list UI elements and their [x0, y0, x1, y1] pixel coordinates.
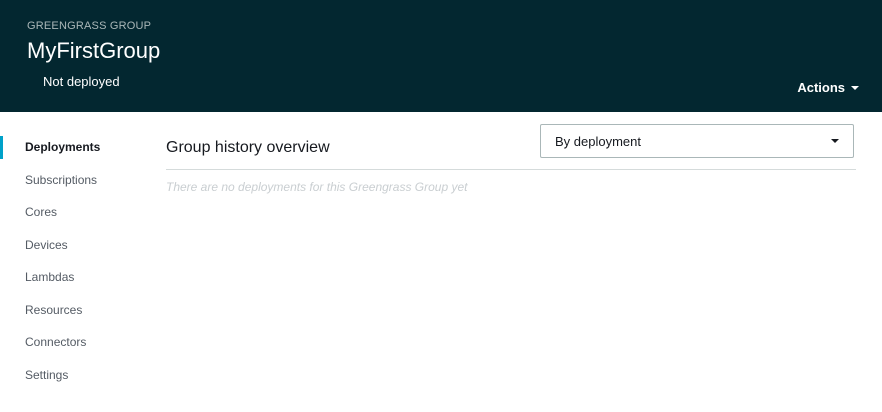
sidebar-item-devices[interactable]: Devices	[0, 229, 150, 262]
page-eyebrow: GREENGRASS GROUP	[27, 20, 152, 32]
sidebar-item-connectors[interactable]: Connectors	[0, 326, 150, 359]
sidebar-item-deployments[interactable]: Deployments	[0, 131, 150, 164]
section-divider	[166, 169, 856, 170]
caret-down-icon	[851, 85, 859, 90]
sidebar-item-resources[interactable]: Resources	[0, 294, 150, 327]
empty-state-message: There are no deployments for this Greeng…	[166, 180, 468, 194]
sidebar-nav: Deployments Subscriptions Cores Devices …	[0, 131, 150, 391]
section-title: Group history overview	[166, 139, 330, 156]
actions-label: Actions	[797, 80, 845, 95]
sidebar-item-settings[interactable]: Settings	[0, 359, 150, 392]
actions-button[interactable]: Actions	[797, 80, 859, 95]
sidebar-item-lambdas[interactable]: Lambdas	[0, 261, 150, 294]
view-select[interactable]: By deployment	[540, 124, 854, 158]
sidebar-item-cores[interactable]: Cores	[0, 196, 150, 229]
caret-down-icon	[831, 139, 839, 143]
sidebar-item-subscriptions[interactable]: Subscriptions	[0, 164, 150, 197]
deployment-status: Not deployed	[43, 74, 120, 89]
page-title: MyFirstGroup	[27, 38, 161, 63]
page-header: GREENGRASS GROUP MyFirstGroup Not deploy…	[0, 0, 882, 112]
view-select-value: By deployment	[555, 133, 641, 149]
